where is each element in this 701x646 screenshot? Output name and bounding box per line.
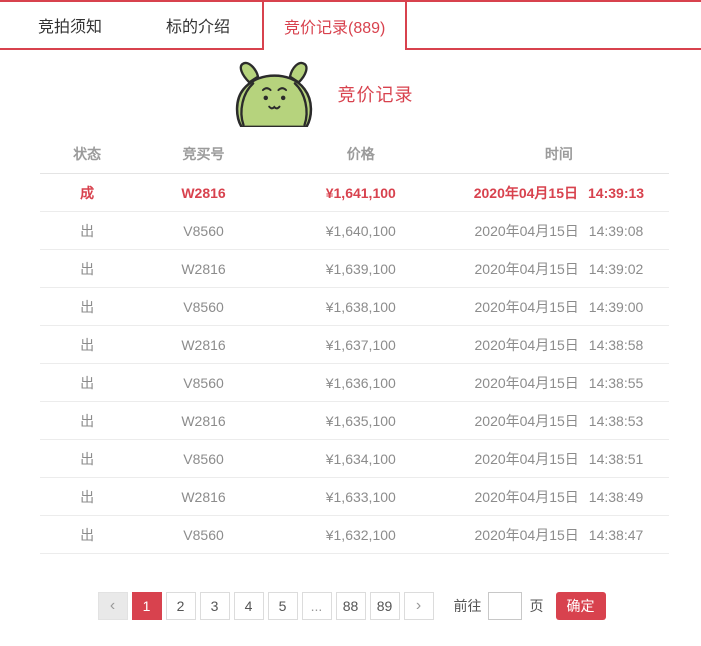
price-cell: ¥1,634,100: [273, 451, 449, 467]
status-cell: 出: [40, 335, 134, 355]
table-row: 出 W2816 ¥1,633,100 2020年04月15日 14:38:49: [40, 478, 669, 516]
status-cell: 出: [40, 449, 134, 469]
price-cell: ¥1,639,100: [273, 261, 449, 277]
bidder-cell: W2816: [134, 337, 272, 353]
date-text: 2020年04月15日: [475, 337, 579, 353]
time-text: 14:38:58: [589, 337, 644, 353]
date-text: 2020年04月15日: [475, 375, 579, 391]
bidder-cell: W2816: [134, 413, 272, 429]
price-cell: ¥1,638,100: [273, 299, 449, 315]
table-row: 出 W2816 ¥1,637,100 2020年04月15日 14:38:58: [40, 326, 669, 364]
confirm-button[interactable]: 确定: [556, 592, 606, 620]
bidder-cell: V8560: [134, 223, 272, 239]
table-row: 成 W2816 ¥1,641,100 2020年04月15日 14:39:13: [40, 174, 669, 212]
date-text: 2020年04月15日: [475, 451, 579, 467]
date-text: 2020年04月15日: [475, 299, 579, 315]
goto-page-input[interactable]: [488, 592, 522, 620]
col-header-bidder: 竞买号: [134, 144, 272, 164]
status-cell: 出: [40, 221, 134, 241]
bidder-cell: V8560: [134, 451, 272, 467]
price-cell: ¥1,635,100: [273, 413, 449, 429]
time-cell: 2020年04月15日 14:38:51: [449, 449, 669, 469]
page-button-5[interactable]: 5: [268, 592, 298, 620]
date-text: 2020年04月15日: [475, 527, 579, 543]
page-button-89[interactable]: 89: [370, 592, 400, 620]
time-cell: 2020年04月15日 14:39:13: [449, 183, 669, 203]
price-cell: ¥1,636,100: [273, 375, 449, 391]
time-text: 14:38:47: [589, 527, 644, 543]
time-text: 14:38:51: [589, 451, 644, 467]
next-page-button[interactable]: ›: [404, 592, 434, 620]
bidder-cell: W2816: [134, 489, 272, 505]
time-text: 14:39:08: [589, 223, 644, 239]
status-cell: 出: [40, 373, 134, 393]
date-text: 2020年04月15日: [475, 223, 579, 239]
table-row: 出 V8560 ¥1,632,100 2020年04月15日 14:38:47: [40, 516, 669, 554]
page-button-1[interactable]: 1: [132, 592, 162, 620]
bidder-cell: V8560: [134, 299, 272, 315]
table-header-row: 状态 竞买号 价格 时间: [40, 134, 669, 174]
time-cell: 2020年04月15日 14:38:55: [449, 373, 669, 393]
price-cell: ¥1,641,100: [273, 185, 449, 201]
date-text: 2020年04月15日: [474, 185, 578, 201]
page-button-2[interactable]: 2: [166, 592, 196, 620]
table-row: 出 V8560 ¥1,634,100 2020年04月15日 14:38:51: [40, 440, 669, 478]
mascot-icon: [228, 61, 320, 127]
price-cell: ¥1,632,100: [273, 527, 449, 543]
pagination-bar: ‹ 1 2 3 4 5 ... 88 89 › 前往 页 确定: [0, 592, 701, 620]
status-cell: 出: [40, 487, 134, 507]
time-text: 14:38:49: [589, 489, 644, 505]
time-cell: 2020年04月15日 14:38:49: [449, 487, 669, 507]
page-button-88[interactable]: 88: [336, 592, 366, 620]
table-row: 出 W2816 ¥1,639,100 2020年04月15日 14:39:02: [40, 250, 669, 288]
time-cell: 2020年04月15日 14:38:58: [449, 335, 669, 355]
tab-item-intro[interactable]: 标的介绍: [134, 2, 262, 48]
table-row: 出 V8560 ¥1,638,100 2020年04月15日 14:39:00: [40, 288, 669, 326]
tab-auction-notice[interactable]: 竞拍须知: [6, 2, 134, 48]
table-row: 出 W2816 ¥1,635,100 2020年04月15日 14:38:53: [40, 402, 669, 440]
col-header-time: 时间: [449, 144, 669, 164]
status-cell: 出: [40, 259, 134, 279]
time-cell: 2020年04月15日 14:39:00: [449, 297, 669, 317]
time-cell: 2020年04月15日 14:38:47: [449, 525, 669, 545]
table-row: 出 V8560 ¥1,640,100 2020年04月15日 14:39:08: [40, 212, 669, 250]
date-text: 2020年04月15日: [475, 489, 579, 505]
time-cell: 2020年04月15日 14:39:08: [449, 221, 669, 241]
section-header: 竞价记录: [0, 58, 671, 130]
status-cell: 出: [40, 297, 134, 317]
page-ellipsis: ...: [302, 592, 332, 620]
status-cell: 出: [40, 411, 134, 431]
page-button-3[interactable]: 3: [200, 592, 230, 620]
date-text: 2020年04月15日: [475, 413, 579, 429]
tab-bid-records[interactable]: 竞价记录(889): [262, 2, 407, 50]
time-text: 14:39:00: [589, 299, 644, 315]
page-button-4[interactable]: 4: [234, 592, 264, 620]
time-text: 14:39:02: [589, 261, 644, 277]
status-cell: 成: [40, 183, 134, 203]
bidder-cell: V8560: [134, 527, 272, 543]
price-cell: ¥1,637,100: [273, 337, 449, 353]
time-cell: 2020年04月15日 14:38:53: [449, 411, 669, 431]
time-cell: 2020年04月15日 14:39:02: [449, 259, 669, 279]
table-row: 出 V8560 ¥1,636,100 2020年04月15日 14:38:55: [40, 364, 669, 402]
time-text: 14:38:53: [589, 413, 644, 429]
time-text: 14:39:13: [588, 185, 644, 201]
col-header-price: 价格: [273, 144, 449, 164]
price-cell: ¥1,633,100: [273, 489, 449, 505]
bidder-cell: W2816: [134, 261, 272, 277]
status-cell: 出: [40, 525, 134, 545]
col-header-status: 状态: [40, 144, 134, 164]
bidder-cell: V8560: [134, 375, 272, 391]
page-unit-label: 页: [530, 596, 544, 616]
bidder-cell: W2816: [134, 185, 272, 201]
date-text: 2020年04月15日: [475, 261, 579, 277]
prev-page-button[interactable]: ‹: [98, 592, 128, 620]
tab-bar: 竞拍须知 标的介绍 竞价记录(889): [0, 0, 701, 50]
time-text: 14:38:55: [589, 375, 644, 391]
page-title: 竞价记录: [338, 81, 414, 107]
goto-label: 前往: [454, 596, 482, 616]
price-cell: ¥1,640,100: [273, 223, 449, 239]
bid-records-table: 状态 竞买号 价格 时间 成 W2816 ¥1,641,100 2020年04月…: [40, 134, 669, 554]
